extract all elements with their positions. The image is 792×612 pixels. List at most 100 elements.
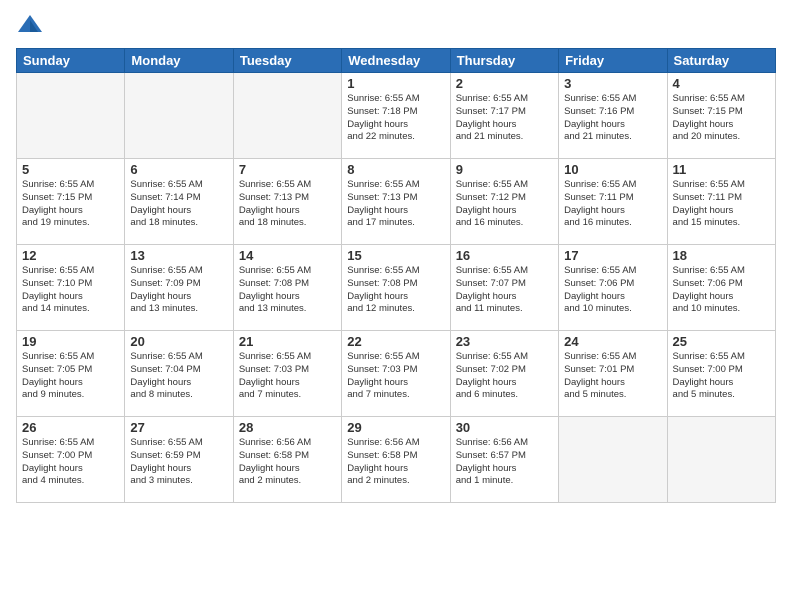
calendar-cell: 22 Sunrise: 6:55 AMSunset: 7:03 PMDayligh… (342, 331, 450, 417)
day-number: 13 (130, 248, 227, 263)
day-number: 5 (22, 162, 119, 177)
calendar-cell (125, 73, 233, 159)
day-info: Sunrise: 6:55 AMSunset: 7:18 PMDaylight … (347, 93, 444, 144)
week-row: 5 Sunrise: 6:55 AMSunset: 7:15 PMDaylight… (17, 159, 776, 245)
day-info: Sunrise: 6:55 AMSunset: 7:03 PMDaylight … (239, 351, 336, 402)
day-number: 1 (347, 76, 444, 91)
day-number: 8 (347, 162, 444, 177)
day-number: 27 (130, 420, 227, 435)
day-number: 23 (456, 334, 553, 349)
day-number: 19 (22, 334, 119, 349)
calendar-cell: 19 Sunrise: 6:55 AMSunset: 7:05 PMDayligh… (17, 331, 125, 417)
day-number: 10 (564, 162, 661, 177)
day-info: Sunrise: 6:55 AMSunset: 7:13 PMDaylight … (347, 179, 444, 230)
day-number: 11 (673, 162, 770, 177)
day-number: 14 (239, 248, 336, 263)
day-number: 18 (673, 248, 770, 263)
calendar-cell: 13 Sunrise: 6:55 AMSunset: 7:09 PMDayligh… (125, 245, 233, 331)
page: SundayMondayTuesdayWednesdayThursdayFrid… (0, 0, 792, 612)
dow-header: Wednesday (342, 49, 450, 73)
calendar-cell: 20 Sunrise: 6:55 AMSunset: 7:04 PMDayligh… (125, 331, 233, 417)
calendar-cell (17, 73, 125, 159)
calendar-cell: 3 Sunrise: 6:55 AMSunset: 7:16 PMDaylight… (559, 73, 667, 159)
day-info: Sunrise: 6:55 AMSunset: 7:08 PMDaylight … (347, 265, 444, 316)
day-info: Sunrise: 6:55 AMSunset: 7:00 PMDaylight … (673, 351, 770, 402)
calendar-cell: 29 Sunrise: 6:56 AMSunset: 6:58 PMDayligh… (342, 417, 450, 503)
week-row: 26Sunrise: 6:55 AMSunset: 7:00 PMDayligh… (17, 417, 776, 503)
calendar-cell: 6Sunrise: 6:55 AMSunset: 7:14 PMDaylight… (125, 159, 233, 245)
calendar-cell: 11 Sunrise: 6:55 AMSunset: 7:11 PMDayligh… (667, 159, 775, 245)
dow-header: Sunday (17, 49, 125, 73)
day-info: Sunrise: 6:55 AMSunset: 7:11 PMDaylight … (564, 179, 661, 230)
calendar: SundayMondayTuesdayWednesdayThursdayFrid… (16, 48, 776, 503)
day-number: 17 (564, 248, 661, 263)
week-row: 1 Sunrise: 6:55 AMSunset: 7:18 PMDaylight… (17, 73, 776, 159)
day-number: 4 (673, 76, 770, 91)
calendar-cell: 2 Sunrise: 6:55 AMSunset: 7:17 PMDaylight… (450, 73, 558, 159)
day-info: Sunrise: 6:55 AMSunset: 7:06 PMDaylight … (564, 265, 661, 316)
day-number: 30 (456, 420, 553, 435)
day-info: Sunrise: 6:55 AMSunset: 7:15 PMDaylight … (22, 179, 119, 230)
calendar-cell: 4 Sunrise: 6:55 AMSunset: 7:15 PMDaylight… (667, 73, 775, 159)
day-info: Sunrise: 6:56 AMSunset: 6:58 PMDaylight … (239, 437, 336, 488)
week-row: 12 Sunrise: 6:55 AMSunset: 7:10 PMDayligh… (17, 245, 776, 331)
calendar-cell: 15Sunrise: 6:55 AMSunset: 7:08 PMDayligh… (342, 245, 450, 331)
day-info: Sunrise: 6:55 AMSunset: 7:14 PMDaylight … (130, 179, 227, 230)
day-number: 22 (347, 334, 444, 349)
calendar-cell: 30Sunrise: 6:56 AMSunset: 6:57 PMDayligh… (450, 417, 558, 503)
calendar-cell (559, 417, 667, 503)
day-info: Sunrise: 6:55 AMSunset: 7:01 PMDaylight … (564, 351, 661, 402)
calendar-cell: 12 Sunrise: 6:55 AMSunset: 7:10 PMDayligh… (17, 245, 125, 331)
day-number: 12 (22, 248, 119, 263)
day-number: 2 (456, 76, 553, 91)
dow-header: Tuesday (233, 49, 341, 73)
day-info: Sunrise: 6:55 AMSunset: 7:16 PMDaylight … (564, 93, 661, 144)
day-number: 9 (456, 162, 553, 177)
calendar-cell: 5 Sunrise: 6:55 AMSunset: 7:15 PMDaylight… (17, 159, 125, 245)
calendar-body: 1 Sunrise: 6:55 AMSunset: 7:18 PMDaylight… (17, 73, 776, 503)
calendar-cell: 16Sunrise: 6:55 AMSunset: 7:07 PMDayligh… (450, 245, 558, 331)
day-info: Sunrise: 6:56 AMSunset: 6:58 PMDaylight … (347, 437, 444, 488)
day-info: Sunrise: 6:55 AMSunset: 7:05 PMDaylight … (22, 351, 119, 402)
calendar-cell: 24 Sunrise: 6:55 AMSunset: 7:01 PMDayligh… (559, 331, 667, 417)
day-info: Sunrise: 6:55 AMSunset: 7:12 PMDaylight … (456, 179, 553, 230)
calendar-cell: 14 Sunrise: 6:55 AMSunset: 7:08 PMDayligh… (233, 245, 341, 331)
calendar-cell: 26Sunrise: 6:55 AMSunset: 7:00 PMDayligh… (17, 417, 125, 503)
day-info: Sunrise: 6:55 AMSunset: 7:06 PMDaylight … (673, 265, 770, 316)
day-number: 16 (456, 248, 553, 263)
calendar-cell: 1 Sunrise: 6:55 AMSunset: 7:18 PMDaylight… (342, 73, 450, 159)
day-number: 24 (564, 334, 661, 349)
day-info: Sunrise: 6:55 AMSunset: 7:15 PMDaylight … (673, 93, 770, 144)
day-info: Sunrise: 6:55 AMSunset: 7:02 PMDaylight … (456, 351, 553, 402)
dow-header: Saturday (667, 49, 775, 73)
dow-header: Thursday (450, 49, 558, 73)
logo-icon (16, 12, 44, 40)
day-number: 20 (130, 334, 227, 349)
day-info: Sunrise: 6:55 AMSunset: 7:04 PMDaylight … (130, 351, 227, 402)
days-of-week-row: SundayMondayTuesdayWednesdayThursdayFrid… (17, 49, 776, 73)
day-info: Sunrise: 6:55 AMSunset: 7:11 PMDaylight … (673, 179, 770, 230)
dow-header: Friday (559, 49, 667, 73)
day-number: 29 (347, 420, 444, 435)
logo (16, 12, 48, 40)
header (16, 12, 776, 40)
calendar-cell: 21Sunrise: 6:55 AMSunset: 7:03 PMDayligh… (233, 331, 341, 417)
calendar-cell: 25 Sunrise: 6:55 AMSunset: 7:00 PMDayligh… (667, 331, 775, 417)
day-info: Sunrise: 6:55 AMSunset: 7:03 PMDaylight … (347, 351, 444, 402)
day-number: 28 (239, 420, 336, 435)
day-info: Sunrise: 6:55 AMSunset: 7:17 PMDaylight … (456, 93, 553, 144)
day-info: Sunrise: 6:55 AMSunset: 7:08 PMDaylight … (239, 265, 336, 316)
day-info: Sunrise: 6:55 AMSunset: 7:13 PMDaylight … (239, 179, 336, 230)
day-number: 25 (673, 334, 770, 349)
day-number: 26 (22, 420, 119, 435)
day-info: Sunrise: 6:55 AMSunset: 7:09 PMDaylight … (130, 265, 227, 316)
calendar-cell (667, 417, 775, 503)
day-number: 7 (239, 162, 336, 177)
calendar-cell: 7 Sunrise: 6:55 AMSunset: 7:13 PMDaylight… (233, 159, 341, 245)
calendar-cell: 27Sunrise: 6:55 AMSunset: 6:59 PMDayligh… (125, 417, 233, 503)
day-number: 3 (564, 76, 661, 91)
calendar-cell (233, 73, 341, 159)
day-info: Sunrise: 6:55 AMSunset: 7:10 PMDaylight … (22, 265, 119, 316)
calendar-cell: 17 Sunrise: 6:55 AMSunset: 7:06 PMDayligh… (559, 245, 667, 331)
week-row: 19 Sunrise: 6:55 AMSunset: 7:05 PMDayligh… (17, 331, 776, 417)
